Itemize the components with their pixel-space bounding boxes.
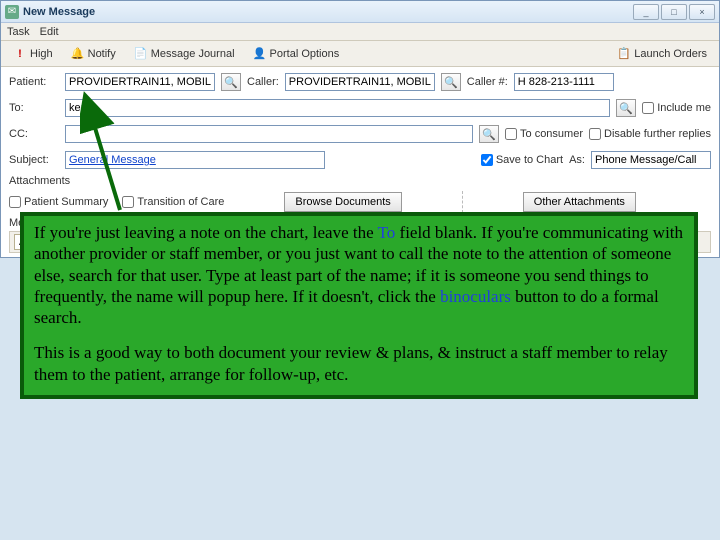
cc-search-button[interactable]: 🔍: [479, 125, 499, 143]
callernum-label: Caller #:: [467, 76, 508, 88]
attachments-label: Attachments: [9, 175, 711, 187]
patient-field[interactable]: [65, 73, 215, 91]
journal-icon: 📄: [134, 47, 148, 61]
portal-label: Portal Options: [270, 48, 340, 60]
person-icon: 👤: [253, 47, 267, 61]
app-icon: ✉: [5, 5, 19, 19]
cc-label: CC:: [9, 128, 59, 140]
to-field[interactable]: [65, 99, 610, 117]
notify-label: Notify: [88, 48, 116, 60]
toolbar: !High 🔔Notify 📄Message Journal 👤Portal O…: [1, 41, 719, 67]
menubar: Task Edit: [1, 23, 719, 41]
menu-edit[interactable]: Edit: [40, 26, 59, 38]
priority-high-label: High: [30, 48, 53, 60]
caller-search-button[interactable]: 🔍: [441, 73, 461, 91]
to-label: To:: [9, 102, 59, 114]
to-consumer-checkbox[interactable]: To consumer: [505, 128, 583, 140]
launch-label: Launch Orders: [634, 48, 707, 60]
transition-label: Transition of Care: [137, 196, 224, 208]
disable-replies-checkbox[interactable]: Disable further replies: [589, 128, 711, 140]
titlebar: ✉ New Message _ □ ×: [1, 1, 719, 23]
close-button[interactable]: ×: [689, 4, 715, 20]
patient-summary-checkbox[interactable]: Patient Summary: [9, 196, 108, 208]
instruction-overlay: If you're just leaving a note on the cha…: [20, 212, 698, 399]
priority-high-button[interactable]: !High: [7, 44, 59, 64]
browse-documents-button[interactable]: Browse Documents: [284, 192, 401, 212]
transition-care-checkbox[interactable]: Transition of Care: [122, 196, 224, 208]
menu-task[interactable]: Task: [7, 26, 30, 38]
instr-text: If you're just leaving a note on the cha…: [34, 223, 378, 242]
launch-orders-button[interactable]: 📋Launch Orders: [611, 44, 713, 64]
save-chart-label: Save to Chart: [496, 154, 563, 166]
binoculars-icon: 🔍: [224, 76, 238, 89]
instruction-p1: If you're just leaving a note on the cha…: [34, 222, 684, 328]
minimize-button[interactable]: _: [633, 4, 659, 20]
as-label: As:: [569, 154, 585, 166]
to-highlight: To: [378, 223, 396, 242]
disable-replies-label: Disable further replies: [604, 128, 711, 140]
include-me-checkbox[interactable]: Include me: [642, 102, 711, 114]
callernum-field[interactable]: [514, 73, 614, 91]
notify-button[interactable]: 🔔Notify: [65, 44, 122, 64]
to-consumer-label: To consumer: [520, 128, 583, 140]
window-title: New Message: [23, 6, 633, 18]
binoculars-icon: 🔍: [444, 76, 458, 89]
as-field[interactable]: [591, 151, 711, 169]
orders-icon: 📋: [617, 47, 631, 61]
message-journal-button[interactable]: 📄Message Journal: [128, 44, 241, 64]
portal-options-button[interactable]: 👤Portal Options: [247, 44, 346, 64]
caller-label: Caller:: [247, 76, 279, 88]
maximize-button[interactable]: □: [661, 4, 687, 20]
binoculars-highlight: binoculars: [440, 287, 511, 306]
patient-label: Patient:: [9, 76, 59, 88]
to-search-button[interactable]: 🔍: [616, 99, 636, 117]
journal-label: Message Journal: [151, 48, 235, 60]
subject-label: Subject:: [9, 154, 59, 166]
instruction-p2: This is a good way to both document your…: [34, 342, 684, 385]
bell-icon: 🔔: [71, 47, 85, 61]
cc-field[interactable]: [65, 125, 473, 143]
patient-search-button[interactable]: 🔍: [221, 73, 241, 91]
exclaim-icon: !: [13, 47, 27, 61]
binoculars-icon: 🔍: [619, 102, 633, 115]
separator: [462, 191, 463, 213]
patient-summary-label: Patient Summary: [24, 196, 108, 208]
include-me-label: Include me: [657, 102, 711, 114]
subject-field[interactable]: [65, 151, 325, 169]
save-to-chart-checkbox[interactable]: Save to Chart: [481, 154, 563, 166]
binoculars-icon: 🔍: [482, 128, 496, 141]
caller-field[interactable]: [285, 73, 435, 91]
other-attachments-button[interactable]: Other Attachments: [523, 192, 636, 212]
